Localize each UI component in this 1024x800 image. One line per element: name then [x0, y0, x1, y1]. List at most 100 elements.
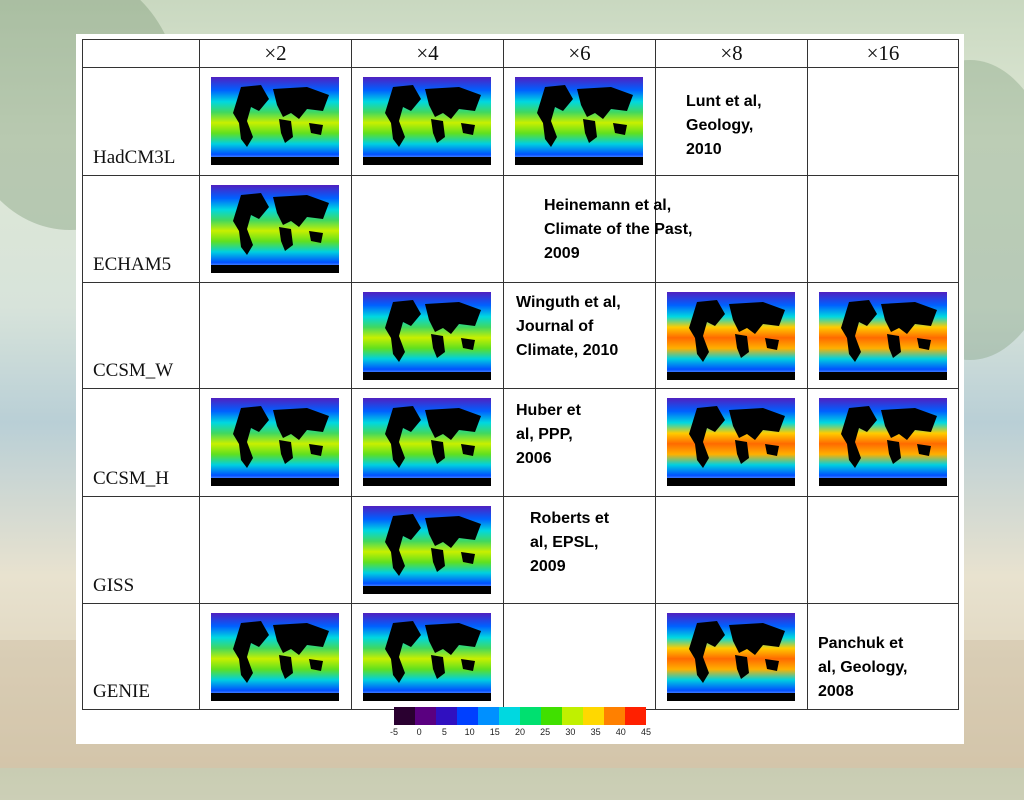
map-cell — [655, 174, 808, 283]
map-cell: Panchuk et al, Geology, 2008 — [807, 603, 959, 710]
citation-text: Lunt et al, Geology, 2010 — [686, 90, 762, 162]
column-header: ×8 — [655, 39, 808, 68]
sst-map-image — [667, 398, 795, 487]
colorbar-tick-label: 30 — [565, 727, 576, 737]
colorbar-swatch — [625, 707, 646, 725]
model-name: CCSM_W — [93, 360, 174, 382]
model-row: CCSM_W Winguth et al, Journal of Climate, … — [82, 281, 959, 390]
map-cell: Roberts et al, EPSL, 2009 — [503, 496, 656, 605]
colorbar-swatch — [499, 707, 520, 725]
map-cell: Huber et al, PPP, 2006 — [503, 388, 656, 498]
citation-line: 2010 — [686, 141, 722, 158]
citation-line: al, PPP, — [516, 426, 573, 444]
colorbar-tick-label: 20 — [514, 727, 526, 737]
header-row: ×2 ×4 ×6 ×8 ×16 — [82, 39, 959, 68]
citation-line: Climate, 2010 — [516, 341, 619, 359]
map-cell — [351, 388, 504, 498]
colorbar-swatch — [436, 707, 457, 725]
colorbar-swatch — [457, 707, 478, 725]
model-row: HadCM3L Lunt et al, Geology, 2010 — [82, 67, 959, 176]
model-name-cell: CCSM_W — [82, 281, 200, 390]
colorbar-swatch — [520, 707, 541, 725]
model-comparison-table: ×2 ×4 ×6 ×8 ×16 HadCM3L Lunt et al, Geol… — [82, 39, 959, 710]
sst-map-image — [515, 77, 643, 165]
map-cell — [503, 174, 656, 283]
colorbar-tick-label: 10 — [464, 727, 475, 737]
map-cell — [199, 67, 352, 176]
citation-line: Panchuk et — [818, 635, 904, 653]
map-cell — [199, 281, 352, 390]
map-cell — [351, 67, 504, 176]
colorbar-swatch — [415, 707, 436, 725]
model-name: GISS — [93, 575, 135, 597]
colorbar-tick-label: 40 — [615, 727, 626, 737]
colorbar-tick-labels: -5 0 5 10 15 20 25 30 35 40 45 — [386, 727, 656, 739]
map-cell — [351, 496, 504, 605]
citation-line: al, Geology, — [818, 659, 908, 677]
citation-line: Winguth et al, — [516, 293, 621, 311]
sst-map-image — [363, 77, 491, 165]
colorbar-tick-label: 45 — [640, 727, 652, 737]
citation-line: Lunt et al, — [686, 93, 762, 110]
sst-map-image — [667, 613, 795, 702]
model-name: CCSM_H — [93, 468, 170, 490]
model-name-cell: ECHAM5 — [82, 174, 200, 283]
sst-map-image — [819, 291, 947, 380]
sst-map-image — [211, 613, 339, 702]
map-cell — [807, 388, 959, 498]
map-cell — [655, 388, 808, 498]
map-cell: Heinemann et al, Climate of the Past, 2009 — [351, 174, 692, 283]
citation-line: 2008 — [818, 683, 854, 701]
sst-map-image — [363, 398, 491, 487]
map-cell — [807, 496, 959, 605]
model-row: ECHAM5 Heinemann et al, Climate of the Pa… — [82, 174, 959, 283]
citation-line: 2009 — [530, 558, 566, 576]
map-cell — [807, 67, 959, 176]
corner-cell — [82, 39, 200, 68]
colorbar-swatch — [604, 707, 625, 725]
slide-panel: ×2 ×4 ×6 ×8 ×16 HadCM3L Lunt et al, Geol… — [76, 34, 964, 744]
colorbar-tick-label: 15 — [489, 727, 500, 737]
citation-text: Winguth et al, Journal of Climate, 2010 — [516, 291, 621, 363]
map-cell — [503, 603, 656, 710]
colorbar-swatch — [478, 707, 499, 725]
colorbar-tick-label: 25 — [540, 727, 551, 737]
sst-map-image — [211, 398, 339, 487]
citation-line: Geology, — [686, 117, 754, 134]
colorbar-swatch — [394, 707, 415, 725]
sst-map-image — [667, 291, 795, 380]
model-name: HadCM3L — [93, 146, 176, 168]
map-cell — [655, 496, 808, 605]
map-cell: Lunt et al, Geology, 2010 — [655, 67, 808, 176]
colorbar-swatch — [583, 707, 604, 725]
column-header: ×4 — [351, 39, 504, 68]
citation-line: 2006 — [516, 450, 552, 468]
citation-line: Roberts et — [530, 510, 610, 528]
colorbar-tick-label: -5 — [389, 727, 399, 737]
map-cell — [655, 281, 808, 390]
citation-text: Panchuk et al, Geology, 2008 — [818, 632, 908, 704]
column-header: ×16 — [807, 39, 959, 68]
column-header: ×2 — [199, 39, 352, 68]
model-name-cell: HadCM3L — [82, 67, 200, 176]
sst-map-image — [363, 506, 491, 595]
sst-map-image — [363, 613, 491, 702]
model-name-cell: CCSM_H — [82, 388, 200, 498]
temperature-colorbar — [394, 707, 646, 725]
sst-map-image — [211, 77, 339, 165]
colorbar-swatch — [541, 707, 562, 725]
map-cell — [807, 281, 959, 390]
sst-map-image — [819, 398, 947, 487]
sst-map-image — [363, 291, 491, 380]
map-cell — [199, 603, 352, 710]
model-row: CCSM_H Huber et al, PPP, 2006 — [82, 388, 959, 498]
colorbar-swatch — [562, 707, 583, 725]
citation-text: Roberts et al, EPSL, 2009 — [530, 507, 609, 579]
map-cell — [503, 67, 656, 176]
citation-text: Huber et al, PPP, 2006 — [516, 399, 581, 471]
map-cell — [199, 496, 352, 605]
column-header: ×6 — [503, 39, 656, 68]
map-cell — [199, 174, 352, 283]
citation-line: Journal of — [516, 317, 594, 335]
colorbar-tick-label: 0 — [416, 727, 422, 737]
